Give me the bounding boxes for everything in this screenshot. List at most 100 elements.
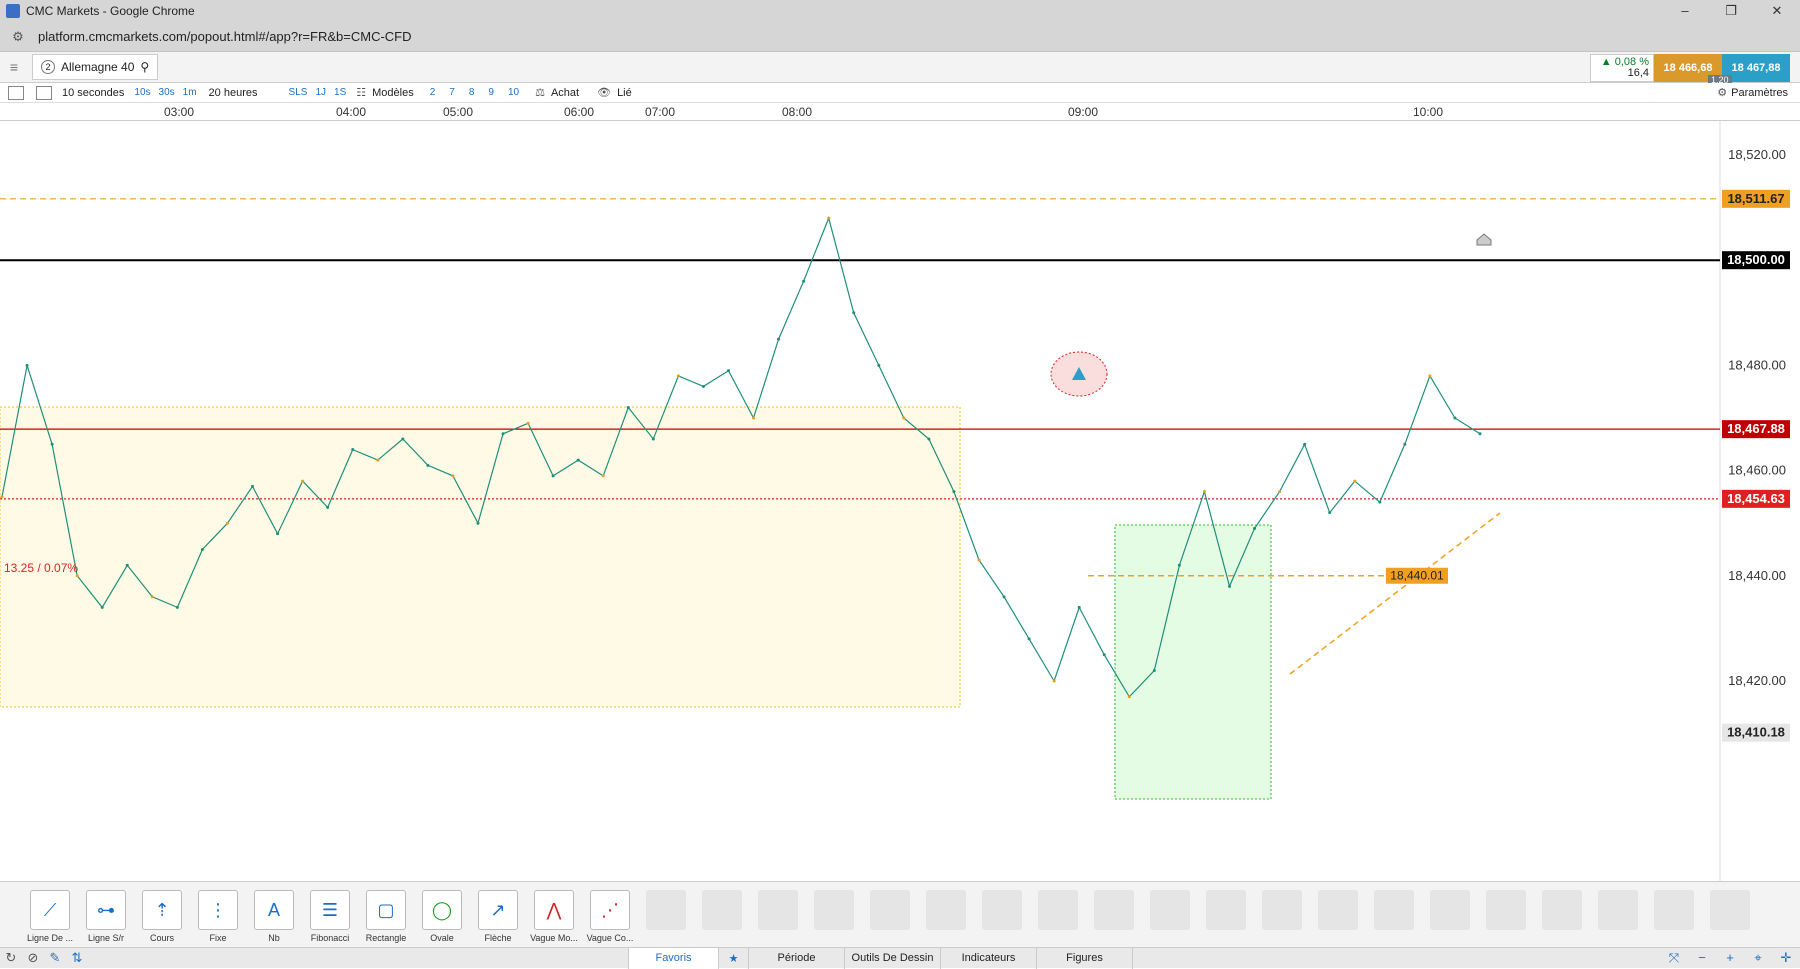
drawing-tool-ellipse[interactable]: ◯ Ovale: [416, 890, 468, 943]
empty-slot-box: [1654, 890, 1694, 930]
price-point: [175, 605, 179, 609]
change-annotation: 13.25 / 0.07%: [4, 561, 78, 575]
side-toggle[interactable]: Achat: [551, 87, 579, 99]
price-point: [251, 484, 255, 488]
empty-tool-slot[interactable]: [1256, 890, 1308, 933]
empty-tool-slot[interactable]: [1312, 890, 1364, 933]
price-point: [1027, 637, 1031, 641]
empty-tool-slot[interactable]: [1704, 890, 1756, 933]
fixed-line-icon: ⋮: [198, 890, 238, 930]
template-slot-7[interactable]: 7: [449, 87, 455, 98]
text-icon: A: [254, 890, 294, 930]
drawing-tool-fixed-line[interactable]: ⋮ Fixe: [192, 890, 244, 943]
tab-favoris-star[interactable]: ★: [718, 947, 748, 969]
empty-tool-slot[interactable]: [1088, 890, 1140, 933]
empty-tool-slot[interactable]: [1144, 890, 1196, 933]
empty-tool-slot[interactable]: [1536, 890, 1588, 933]
restore-button[interactable]: ❐: [1708, 3, 1754, 19]
crosshair-icon[interactable]: ⌖: [1744, 950, 1772, 966]
range-sls[interactable]: SLS: [289, 87, 308, 98]
time-axis: 03:00 04:00 05:00 06:00 07:00 08:00 09:0…: [0, 103, 1800, 121]
drawing-tool-arrow[interactable]: ↗ Flèche: [472, 890, 524, 943]
empty-tool-slot[interactable]: [976, 890, 1028, 933]
magnet-icon[interactable]: ⇅: [66, 950, 88, 966]
chart-toolbar: 10 secondes 10s 30s 1m 20 heures SLS 1J …: [0, 83, 1800, 103]
template-slot-9[interactable]: 9: [488, 87, 494, 98]
range-1s[interactable]: 1S: [334, 87, 346, 98]
crosshair-plus-icon[interactable]: ✛: [1772, 950, 1800, 966]
empty-tool-slot[interactable]: [752, 890, 804, 933]
price-chart[interactable]: 18,511.67 18,500.00 18,467.88 18,454.63 18,4…: [0, 121, 1800, 881]
time-label: 08:00: [781, 105, 813, 119]
templates-button[interactable]: Modèles: [372, 87, 414, 99]
time-label: 03:00: [163, 105, 195, 119]
url-text[interactable]: platform.cmcmarkets.com/popout.html#/app…: [38, 29, 412, 44]
empty-tool-slot[interactable]: [864, 890, 916, 933]
price-point: [1478, 432, 1482, 436]
close-button[interactable]: ✕: [1754, 3, 1800, 19]
time-label: 04:00: [335, 105, 367, 119]
window-titlebar: CMC Markets - Google Chrome – ❐ ✕: [0, 0, 1800, 22]
search-icon[interactable]: ⚲: [140, 60, 149, 74]
minimize-button[interactable]: –: [1662, 3, 1708, 19]
zoom-in-icon[interactable]: +: [1716, 950, 1744, 966]
empty-tool-slot[interactable]: [1032, 890, 1084, 933]
chart-canvas[interactable]: 18,511.67 18,500.00 18,467.88 18,454.63 18,4…: [0, 121, 1800, 881]
drawing-tool-rectangle[interactable]: ▢ Rectangle: [360, 890, 412, 943]
interval-1m[interactable]: 1m: [183, 87, 197, 98]
menu-icon[interactable]: ≡: [0, 59, 28, 75]
refresh-icon[interactable]: ↻: [0, 950, 22, 966]
drawing-tool-fibonacci[interactable]: ☰ Fibonacci: [304, 890, 356, 943]
drawing-tool-trend-line[interactable]: ⟋ Ligne De ...: [24, 890, 76, 943]
settings-button[interactable]: ⚙ Paramètres: [1717, 86, 1788, 100]
address-bar: ⚙ platform.cmcmarkets.com/popout.html#/a…: [0, 22, 1800, 52]
range-select[interactable]: 20 heures: [209, 87, 279, 99]
linked-toggle[interactable]: Lié: [617, 87, 632, 99]
empty-tool-slot[interactable]: [640, 890, 692, 933]
site-info-icon[interactable]: ⚙: [10, 29, 26, 45]
empty-tool-slot[interactable]: [808, 890, 860, 933]
fit-icon[interactable]: ⤧: [1660, 950, 1688, 966]
price-point: [351, 448, 355, 452]
price-point: [1177, 563, 1181, 567]
tab-periode[interactable]: Période: [748, 947, 844, 969]
empty-tool-slot[interactable]: [696, 890, 748, 933]
drawing-tool-wave[interactable]: ⋀ Vague Mo...: [528, 890, 580, 943]
empty-tool-slot[interactable]: [1424, 890, 1476, 933]
instrument-selector[interactable]: 2 Allemagne 40 ⚲: [32, 54, 159, 80]
cancel-icon[interactable]: ⊘: [22, 950, 44, 966]
interval-select[interactable]: 10 secondes: [62, 87, 124, 99]
empty-tool-slot[interactable]: [1592, 890, 1644, 933]
drawing-tool-text[interactable]: A Nb: [248, 890, 300, 943]
chart-list-icon[interactable]: [8, 85, 24, 100]
zoom-out-icon[interactable]: −: [1688, 950, 1716, 966]
range-1j[interactable]: 1J: [315, 87, 326, 98]
time-label: 10:00: [1412, 105, 1444, 119]
tab-favoris[interactable]: Favoris: [628, 947, 718, 969]
empty-tool-slot[interactable]: [1480, 890, 1532, 933]
tab-outils-de-dessin[interactable]: Outils De Dessin: [844, 947, 940, 969]
drawing-tool-wave-co[interactable]: ⋰ Vague Co...: [584, 890, 636, 943]
template-slot-8[interactable]: 8: [469, 87, 475, 98]
tab-figures[interactable]: Figures: [1036, 947, 1132, 969]
empty-tool-slot[interactable]: [1200, 890, 1252, 933]
chrome-app-icon: [6, 4, 20, 18]
layout-grid-icon[interactable]: [36, 85, 52, 100]
empty-slot-box: [1318, 890, 1358, 930]
price-point: [701, 384, 705, 388]
template-slot-10[interactable]: 10: [508, 87, 519, 98]
template-slot-2[interactable]: 2: [430, 87, 436, 98]
price-point: [802, 279, 806, 283]
buy-price-button[interactable]: 18 467,88 1.20: [1708, 54, 1790, 85]
empty-tool-slot[interactable]: [1648, 890, 1700, 933]
price-point: [1202, 490, 1206, 494]
drawing-tool-price-tag[interactable]: ⇡ Cours: [136, 890, 188, 943]
tab-indicateurs[interactable]: Indicateurs: [940, 947, 1036, 969]
interval-30s[interactable]: 30s: [159, 87, 175, 98]
pencil-icon[interactable]: ✎: [44, 950, 66, 966]
drawing-tool-sr-line[interactable]: ⊶ Ligne S/r: [80, 890, 132, 943]
empty-tool-slot[interactable]: [920, 890, 972, 933]
interval-10s[interactable]: 10s: [134, 87, 150, 98]
tab-empty: [1132, 947, 1133, 969]
empty-tool-slot[interactable]: [1368, 890, 1420, 933]
